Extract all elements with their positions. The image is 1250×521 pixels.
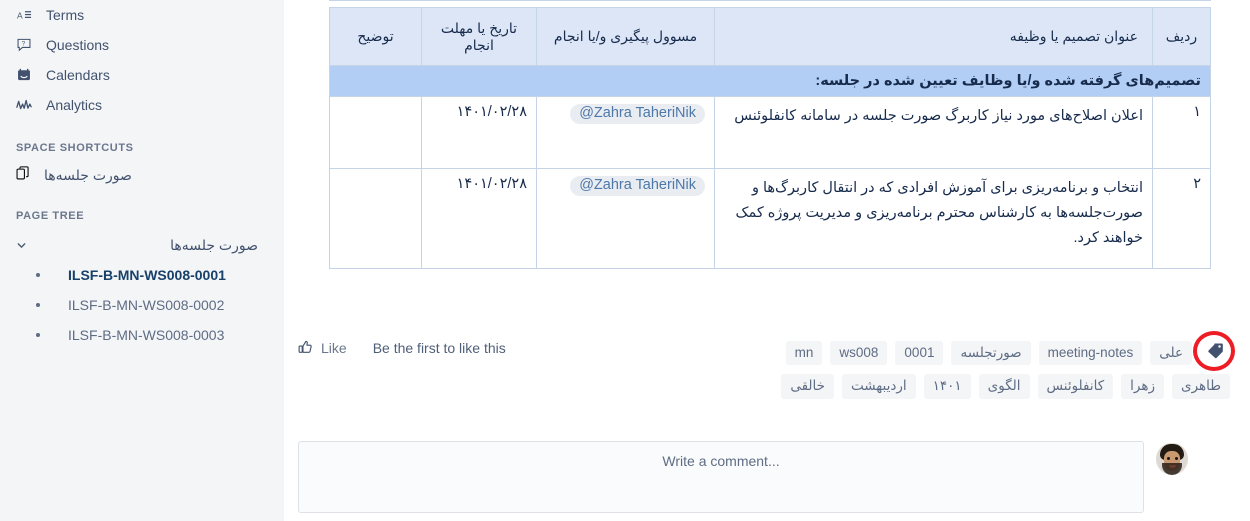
col-header-row-num: ردیف (1152, 7, 1211, 66)
cell (530, 0, 709, 1)
sidebar-item-label: Analytics (46, 97, 103, 113)
analytics-icon (16, 97, 32, 113)
cell (1146, 0, 1211, 1)
table-body: ۱ اعلان اصلاح‌های مورد نیاز کاربرگ صورت … (329, 96, 1211, 269)
thumbs-up-icon (298, 340, 314, 356)
bullet-icon (36, 273, 40, 277)
cell-owner: @Zahra TaheriNik (536, 168, 715, 269)
label-chip[interactable]: خالقی (781, 374, 834, 399)
cell-title: اعلان اصلاح‌های مورد نیاز کاربرگ صورت جل… (714, 96, 1153, 169)
sidebar-item-questions[interactable]: ? Questions (0, 30, 284, 60)
terms-icon: A (16, 7, 32, 23)
tag-icon-button[interactable] (1193, 331, 1235, 371)
sidebar-item-label: Questions (46, 37, 110, 53)
sidebar-shortcut-meeting-notes[interactable]: صورت جلسه‌ها (0, 162, 284, 188)
decisions-table (329, 0, 1211, 1)
bullet-icon (36, 333, 40, 337)
decisions-table-wrapper: تصمیم‌های گرفته شده و/یا وظایف تعیین شده… (329, 0, 1211, 269)
cell-row-num: ۱ (1152, 96, 1211, 169)
cell-note (329, 96, 422, 169)
label-chip[interactable]: 0001 (895, 340, 944, 366)
page-tree-item-0002[interactable]: ILSF-B-MN-WS008-0002 (0, 290, 284, 320)
table-row: ۱ اعلان اصلاح‌های مورد نیاز کاربرگ صورت … (329, 96, 1211, 169)
cell-row-num: ۲ (1152, 168, 1211, 269)
sidebar-item-analytics[interactable]: Analytics (0, 90, 284, 120)
page-tree-item-0003[interactable]: ILSF-B-MN-WS008-0003 (0, 320, 284, 350)
table-row: ۲ انتخاب و برنامه‌ریزی برای آموزش افرادی… (329, 168, 1211, 269)
page-tree: صورت جلسه‌ها ILSF-B-MN-WS008-0001 ILSF-B… (0, 230, 284, 350)
section-banner-row: تصمیم‌های گرفته شده و/یا وظایف تعیین شده… (329, 65, 1211, 97)
sidebar-item-terms[interactable]: A Terms (0, 0, 284, 30)
cell-date: ۱۴۰۱/۰۲/۲۸ (421, 96, 537, 169)
tag-icon (1207, 342, 1224, 364)
calendar-icon (16, 67, 32, 83)
page-tree-item-0001[interactable]: ILSF-B-MN-WS008-0001 (0, 260, 284, 290)
page-tree-item-label: ILSF-B-MN-WS008-0002 (68, 297, 225, 313)
page-tree-item-label: ILSF-B-MN-WS008-0003 (68, 327, 225, 343)
col-header-title: عنوان تصمیم یا وظیفه (714, 7, 1153, 66)
table-header-row: ردیف عنوان تصمیم یا وظیفه مسوول پیگیری و… (329, 7, 1211, 66)
like-status-text: Be the first to like this (372, 340, 506, 356)
bullet-icon (36, 303, 40, 307)
avatar[interactable] (1156, 443, 1188, 475)
page-tree-heading: PAGE TREE (16, 210, 85, 222)
avatar-eye-left (1167, 457, 1170, 460)
label-chip[interactable]: صورتجلسه (951, 340, 1031, 366)
like-bar: Like Be the first to like this (298, 340, 506, 356)
comment-placeholder: Write a comment... (662, 453, 780, 469)
label-chip[interactable]: کانفلوئنس (1037, 374, 1114, 399)
sidebar-item-calendars[interactable]: Calendars (0, 60, 284, 90)
labels-area: علی meeting-notes صورتجلسه 0001 ws008 mn… (750, 331, 1235, 399)
label-chip[interactable]: ws008 (830, 340, 888, 366)
section-banner-title: تصمیم‌های گرفته شده و/یا وظایف تعیین شده… (329, 65, 1211, 97)
sidebar-item-label: Calendars (46, 67, 110, 83)
cell (329, 0, 416, 1)
col-header-owner: مسوول پیگیری و/یا انجام (536, 7, 715, 66)
space-sidebar: A Terms ? Questions Calendars Analytics … (0, 0, 284, 521)
page-tree-item-label: ILSF-B-MN-WS008-0001 (68, 267, 226, 283)
col-header-date: تاریخ یا مهلت انجام (421, 7, 537, 66)
labels-row-2: طاهری زهرا کانفلوئنس الگوی ۱۴۰۱ اردیبهشت… (781, 374, 1230, 399)
labels-row-1: علی meeting-notes صورتجلسه 0001 ws008 mn (785, 331, 1235, 371)
svg-text:A: A (17, 10, 23, 20)
shortcut-label: صورت جلسه‌ها (44, 166, 132, 183)
page-tree-root[interactable]: صورت جلسه‌ها (0, 230, 284, 260)
question-icon: ? (16, 37, 32, 53)
decisions-table-main: تصمیم‌های گرفته شده و/یا وظایف تعیین شده… (329, 7, 1211, 269)
avatar-eye-right (1175, 457, 1178, 460)
page-copy-icon (16, 165, 30, 185)
comment-composer: Write a comment... (298, 441, 1188, 513)
mention-chip[interactable]: @Zahra TaheriNik (570, 176, 705, 196)
cell-title: انتخاب و برنامه‌ریزی برای آموزش افرادی ک… (714, 168, 1153, 269)
sidebar-item-label: Terms (46, 7, 85, 23)
label-chip[interactable]: meeting-notes (1038, 340, 1143, 366)
comment-input[interactable]: Write a comment... (298, 441, 1144, 513)
space-shortcuts-heading: SPACE SHORTCUTS (16, 142, 134, 154)
like-label: Like (321, 340, 347, 356)
chevron-down-icon[interactable] (14, 238, 28, 252)
cell (708, 0, 1147, 1)
label-chip[interactable]: mn (785, 340, 823, 366)
page-content: تصمیم‌های گرفته شده و/یا وظایف تعیین شده… (284, 0, 1250, 521)
label-chip[interactable]: زهرا (1121, 374, 1164, 399)
cell-owner: @Zahra TaheriNik (536, 96, 715, 169)
label-chip[interactable]: الگوی (978, 374, 1030, 399)
sidebar-nav-list: A Terms ? Questions Calendars Analytics (0, 0, 284, 120)
label-chip[interactable]: طاهری (1172, 374, 1230, 399)
label-chip[interactable]: علی (1150, 340, 1192, 366)
label-chip[interactable]: اردیبهشت (842, 374, 916, 399)
cell-date: ۱۴۰۱/۰۲/۲۸ (421, 168, 537, 269)
confluence-page: A Terms ? Questions Calendars Analytics … (0, 0, 1250, 521)
mention-chip[interactable]: @Zahra TaheriNik (570, 104, 705, 124)
col-header-note: توضیح (329, 7, 422, 66)
svg-text:?: ? (22, 41, 26, 48)
page-tree-root-label: صورت جلسه‌ها (170, 236, 258, 253)
like-button[interactable]: Like (298, 340, 347, 356)
table-row-partial (329, 0, 1211, 1)
label-chip[interactable]: ۱۴۰۱ (923, 374, 971, 399)
cell-note (329, 168, 422, 269)
cell (415, 0, 531, 1)
